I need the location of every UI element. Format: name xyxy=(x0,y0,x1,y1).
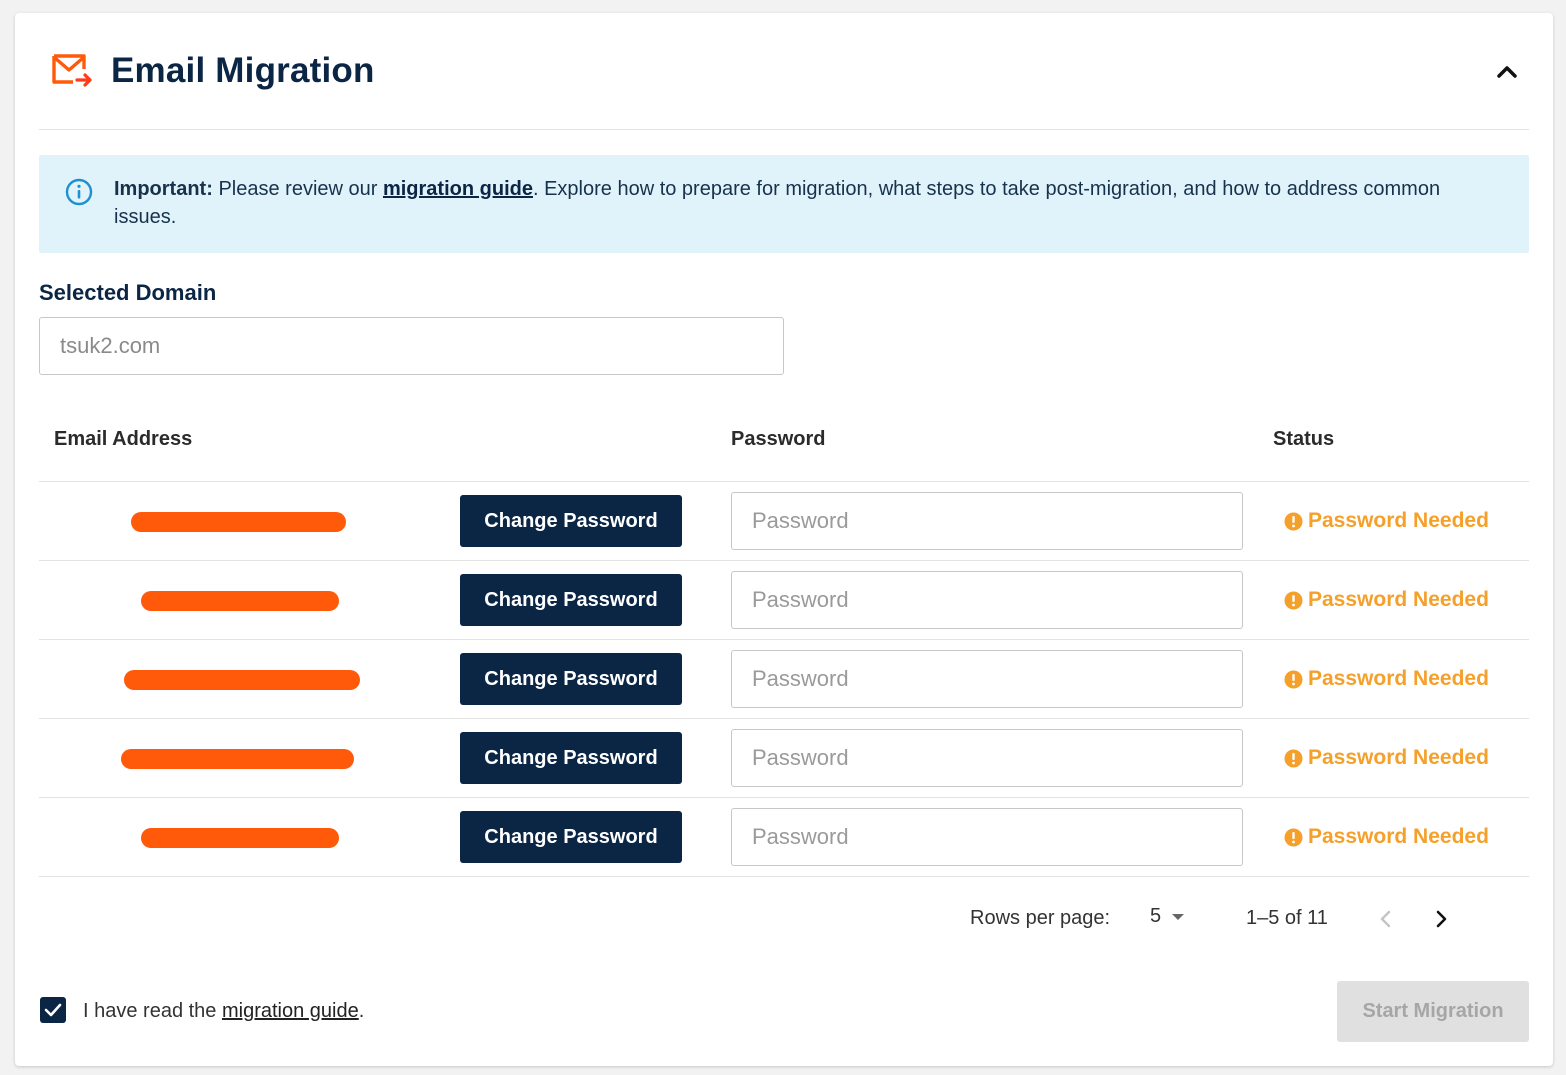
table-row: Change Password Password Needed xyxy=(39,640,1529,719)
status-badge: Password Needed xyxy=(1284,825,1489,849)
selected-domain-label: Selected Domain xyxy=(39,280,217,305)
warning-icon xyxy=(1284,828,1303,846)
column-header-email: Email Address xyxy=(54,428,193,450)
table-row: Change Password Password Needed xyxy=(39,719,1529,798)
table-header: Email Address Password Status xyxy=(39,410,1529,482)
info-icon xyxy=(65,178,93,206)
check-text-post: . xyxy=(358,1000,365,1022)
check-text-pre: I have read the xyxy=(83,1000,222,1022)
password-input[interactable] xyxy=(731,808,1243,866)
warning-icon xyxy=(1284,670,1303,688)
migration-guide-link-footer[interactable]: migration guide xyxy=(222,1000,359,1022)
page-title: Email Migration xyxy=(111,51,375,90)
info-banner: Important: Please review our migration g… xyxy=(39,155,1529,253)
redacted-email xyxy=(131,512,346,532)
start-migration-button[interactable]: Start Migration xyxy=(1337,981,1529,1042)
pagination: Rows per page: 5 1–5 of 11 xyxy=(969,901,1529,937)
status-label: Password Needed xyxy=(1308,509,1489,532)
redacted-email xyxy=(124,670,360,690)
rows-per-page-label: Rows per page: xyxy=(970,907,1111,929)
column-header-password: Password xyxy=(731,428,826,450)
password-input[interactable] xyxy=(731,492,1243,550)
status-badge: Password Needed xyxy=(1284,588,1489,612)
column-header-status: Status xyxy=(1273,428,1335,450)
mail-forward-icon xyxy=(52,54,92,87)
password-input[interactable] xyxy=(731,650,1243,708)
rows-per-page-select[interactable]: 5 xyxy=(1150,905,1185,928)
change-password-button[interactable]: Change Password xyxy=(460,811,682,863)
warning-icon xyxy=(1284,749,1303,767)
rows-per-page-value: 5 xyxy=(1150,905,1162,927)
info-important-label: Important: xyxy=(114,178,213,200)
warning-icon xyxy=(1284,591,1303,609)
checkmark-icon xyxy=(44,1003,62,1017)
status-label: Password Needed xyxy=(1308,825,1489,848)
pagination-range: 1–5 of 11 xyxy=(1246,907,1328,929)
migration-guide-link[interactable]: migration guide xyxy=(383,178,533,200)
chevron-right-icon[interactable] xyxy=(1429,907,1453,931)
email-table: Email Address Password Status Change Pas… xyxy=(39,410,1529,877)
table-row: Change Password Password Needed xyxy=(39,798,1529,877)
password-input[interactable] xyxy=(731,729,1243,787)
read-guide-checkbox[interactable] xyxy=(40,997,66,1023)
email-migration-card: Email Migration Important: Please review… xyxy=(15,13,1553,1066)
selected-domain-input[interactable] xyxy=(39,317,784,375)
card-header: Email Migration xyxy=(39,13,1529,130)
warning-icon xyxy=(1284,512,1303,530)
caret-down-icon xyxy=(1172,913,1185,920)
password-input[interactable] xyxy=(731,571,1243,629)
table-row: Change Password Password Needed xyxy=(39,482,1529,561)
table-row: Change Password Password Needed xyxy=(39,561,1529,640)
read-guide-label: I have read the migration guide. xyxy=(83,1000,364,1023)
redacted-email xyxy=(121,749,354,769)
status-label: Password Needed xyxy=(1308,667,1489,690)
status-label: Password Needed xyxy=(1308,746,1489,769)
change-password-button[interactable]: Change Password xyxy=(460,495,682,547)
redacted-email xyxy=(141,828,339,848)
status-badge: Password Needed xyxy=(1284,667,1489,691)
status-badge: Password Needed xyxy=(1284,509,1489,533)
redacted-email xyxy=(141,591,339,611)
collapse-button[interactable] xyxy=(1493,57,1521,85)
info-text: Important: Please review our migration g… xyxy=(114,175,1501,231)
info-text-pre: Please review our xyxy=(212,178,383,200)
change-password-button[interactable]: Change Password xyxy=(460,574,682,626)
chevron-up-icon xyxy=(1497,66,1517,78)
footer: I have read the migration guide. Start M… xyxy=(39,981,1529,1042)
status-badge: Password Needed xyxy=(1284,746,1489,770)
chevron-left-icon[interactable] xyxy=(1374,907,1398,931)
status-label: Password Needed xyxy=(1308,588,1489,611)
change-password-button[interactable]: Change Password xyxy=(460,732,682,784)
change-password-button[interactable]: Change Password xyxy=(460,653,682,705)
